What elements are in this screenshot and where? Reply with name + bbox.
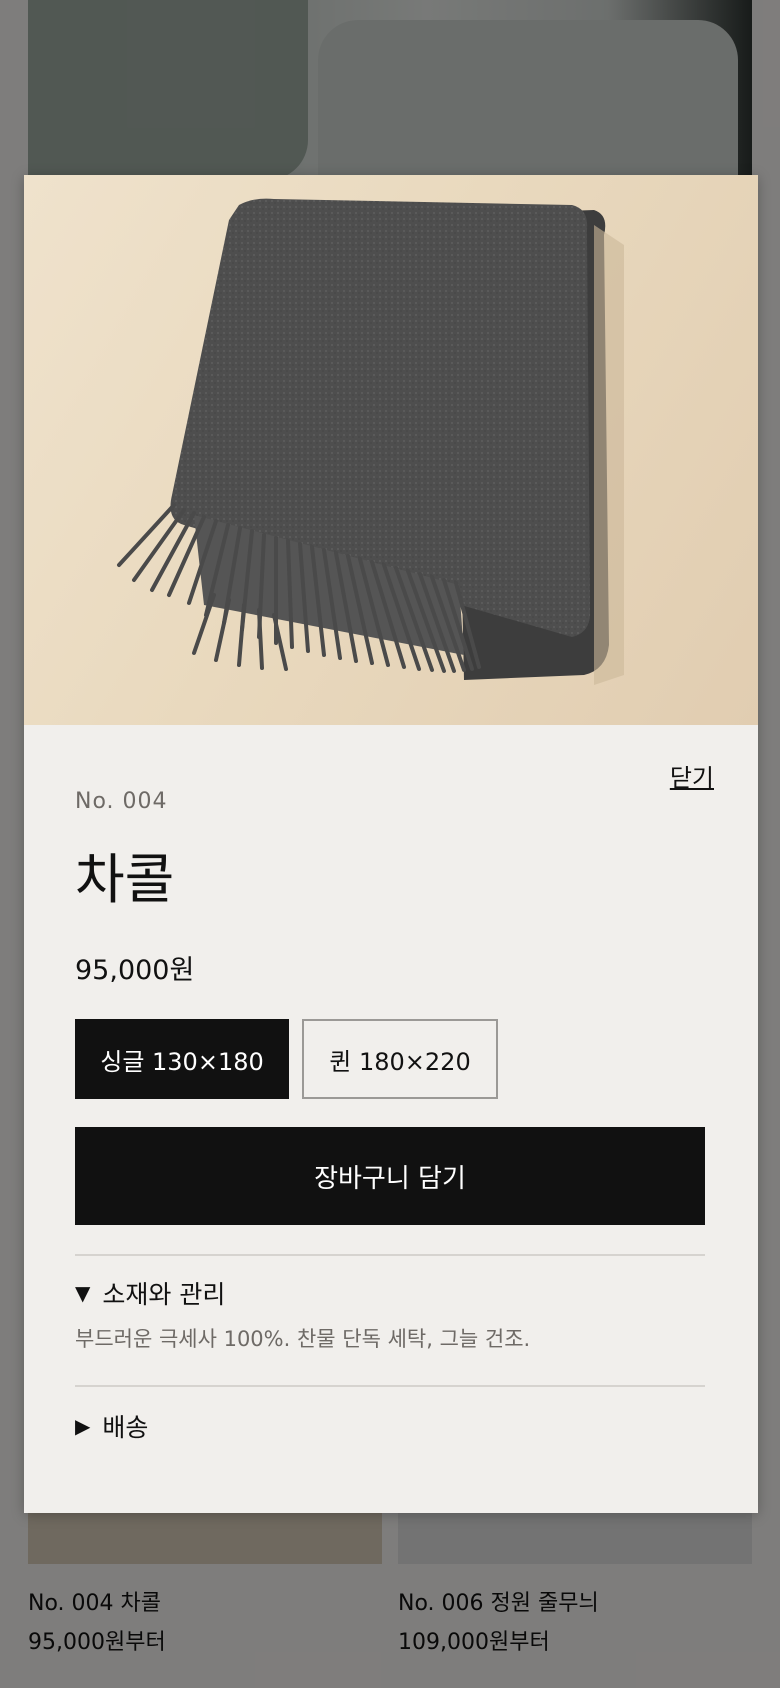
divider [75,1385,705,1387]
close-link[interactable]: 닫기 [670,758,714,793]
product-modal: 닫기 No. 004 차콜 95,000원 싱글 130×180 퀸 180×2… [24,175,758,1513]
size-option-queen[interactable]: 퀸 180×220 [302,1019,498,1099]
triangle-down-icon: ▼ [75,1281,91,1305]
triangle-right-icon: ▶ [75,1414,91,1438]
size-option-single[interactable]: 싱글 130×180 [75,1019,289,1099]
accordion-body: 부드러운 극세사 100%. 찬물 단독 세탁, 그늘 건조. [75,1327,531,1351]
divider [75,1254,705,1256]
product-image [24,175,758,725]
accordion-title: 소재와 관리 [102,1280,226,1309]
product-title: 차콜 [75,848,175,911]
accordion-material-care[interactable]: ▼ 소재와 관리 [75,1275,225,1311]
add-to-cart-button[interactable]: 장바구니 담기 [75,1127,705,1225]
blanket-illustration [117,198,624,685]
accordion-shipping[interactable]: ▶ 배송 [75,1408,148,1444]
product-price: 95,000원 [75,955,195,986]
product-number: No. 004 [75,789,168,814]
accordion-title: 배송 [102,1413,149,1442]
